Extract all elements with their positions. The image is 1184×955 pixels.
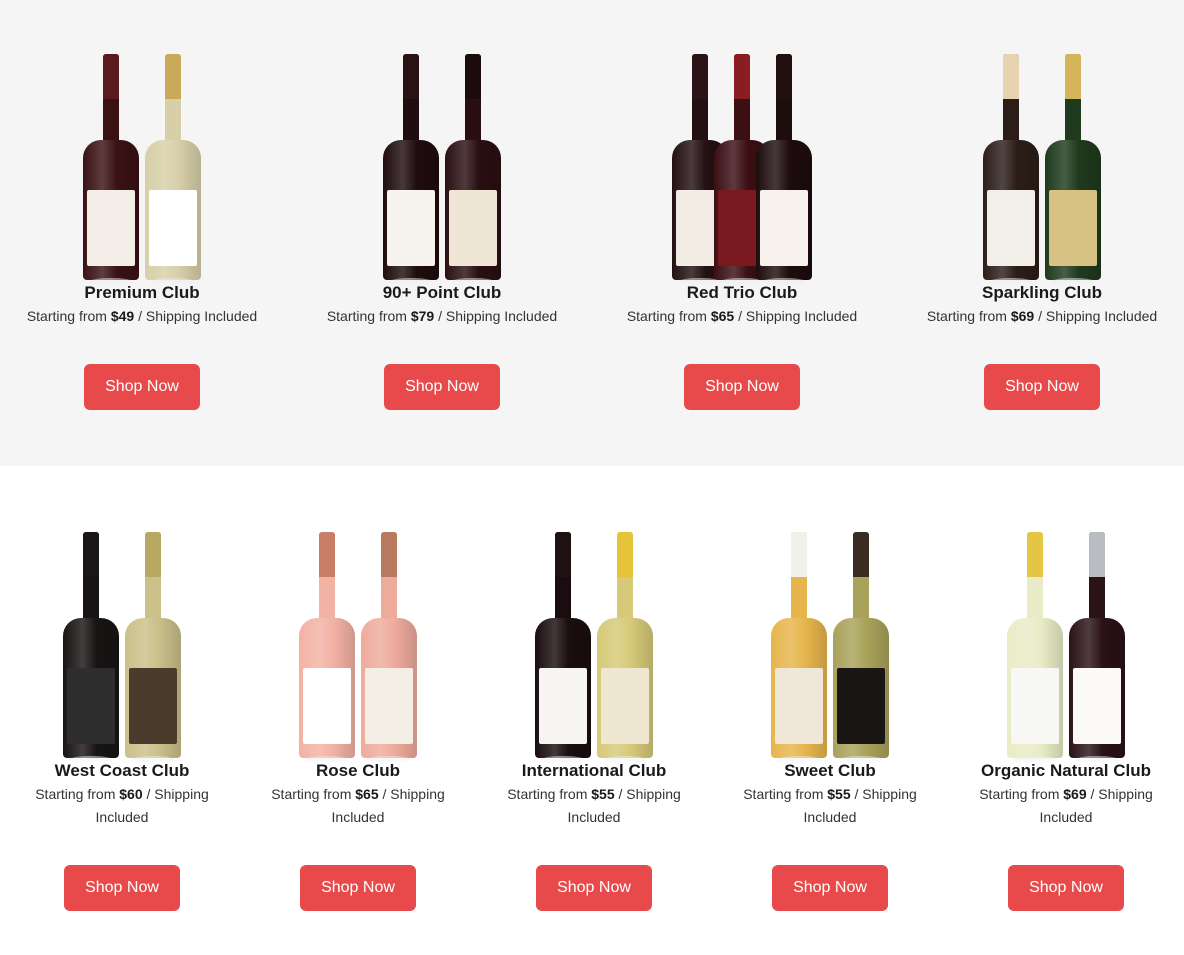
price-suffix-line2: Included <box>567 809 621 825</box>
shop-now-button[interactable]: Shop Now <box>772 865 888 911</box>
club-price: Starting from $55 / Shipping Included <box>507 783 681 829</box>
price-amount: $65 <box>710 308 735 324</box>
price-amount: $55 <box>827 786 851 802</box>
wine-bottle-image <box>383 54 439 286</box>
wine-bottle-image <box>833 532 889 764</box>
price-suffix: / Shipping <box>614 786 681 802</box>
wine-bottle-image <box>597 532 653 764</box>
price-amount: $69 <box>1010 308 1035 324</box>
club-price: Starting from $60 / Shipping Included <box>35 783 209 829</box>
price-amount: $60 <box>119 786 143 802</box>
price-suffix: / Shipping <box>142 786 209 802</box>
price-suffix: / Shipping <box>1086 786 1153 802</box>
club-card-sparkling-club: Sparkling Club Starting from $69 / Shippi… <box>912 48 1172 328</box>
wine-bottle-image <box>983 54 1039 286</box>
club-card-red-trio-club: Red Trio Club Starting from $65 / Shippin… <box>612 48 872 328</box>
price-prefix: Starting from <box>35 786 120 802</box>
price-suffix: / Shipping Included <box>1034 308 1158 324</box>
club-bottles-image[interactable] <box>632 48 852 286</box>
price-prefix: Starting from <box>979 786 1064 802</box>
shop-now-button[interactable]: Shop Now <box>384 364 500 410</box>
price-prefix: Starting from <box>26 308 111 324</box>
price-amount: $55 <box>591 786 615 802</box>
shop-now-button[interactable]: Shop Now <box>84 364 200 410</box>
wine-bottle-image <box>125 532 181 764</box>
shop-now-button[interactable]: Shop Now <box>1008 865 1124 911</box>
shop-now-button[interactable]: Shop Now <box>536 865 652 911</box>
club-bottles-image[interactable] <box>32 48 252 286</box>
club-price: Starting from $69 / Shipping Included <box>979 783 1153 829</box>
price-suffix-line2: Included <box>1039 809 1093 825</box>
price-suffix: / Shipping Included <box>134 308 258 324</box>
club-bottles-image[interactable] <box>932 48 1152 286</box>
club-price: Starting from $69 / Shipping Included <box>927 305 1157 328</box>
club-bottles-image[interactable] <box>332 48 552 286</box>
club-card-rose-club: Rose Club Starting from $65 / Shipping Inc… <box>253 526 463 829</box>
club-title[interactable]: Organic Natural Club <box>981 760 1151 782</box>
price-prefix: Starting from <box>626 308 711 324</box>
price-prefix: Starting from <box>326 308 411 324</box>
club-price: Starting from $55 / Shipping Included <box>743 783 917 829</box>
club-price: Starting from $65 / Shipping Included <box>271 783 445 829</box>
club-bottles-image[interactable] <box>484 526 704 764</box>
club-price: Starting from $65 / Shipping Included <box>627 305 857 328</box>
club-card-sweet-club: Sweet Club Starting from $55 / Shipping In… <box>725 526 935 829</box>
club-bottles-image[interactable] <box>956 526 1176 764</box>
shop-now-button[interactable]: Shop Now <box>684 364 800 410</box>
price-suffix: / Shipping Included <box>434 308 558 324</box>
wine-bottle-image <box>1069 532 1125 764</box>
wine-bottle-image <box>1045 54 1101 286</box>
price-suffix: / Shipping <box>378 786 445 802</box>
club-card-90-point-club: 90+ Point Club Starting from $79 / Shippi… <box>312 48 572 328</box>
club-bottles-image[interactable] <box>720 526 940 764</box>
price-suffix-line2: Included <box>95 809 149 825</box>
price-amount: $49 <box>110 308 135 324</box>
shop-now-button[interactable]: Shop Now <box>300 865 416 911</box>
wine-bottle-image <box>83 54 139 286</box>
club-price: Starting from $79 / Shipping Included <box>327 305 557 328</box>
price-prefix: Starting from <box>507 786 592 802</box>
club-price: Starting from $49 / Shipping Included <box>27 305 257 328</box>
wine-bottle-image <box>756 54 812 286</box>
shop-now-button[interactable]: Shop Now <box>64 865 180 911</box>
price-suffix-line2: Included <box>331 809 385 825</box>
wine-bottle-image <box>535 532 591 764</box>
price-prefix: Starting from <box>926 308 1011 324</box>
club-card-international-club: International Club Starting from $55 / Sh… <box>489 526 699 829</box>
club-card-west-coast-club: West Coast Club Starting from $60 / Shipp… <box>17 526 227 829</box>
wine-bottle-image <box>445 54 501 286</box>
price-amount: $79 <box>410 308 435 324</box>
price-prefix: Starting from <box>271 786 356 802</box>
price-amount: $69 <box>1063 786 1087 802</box>
wine-bottle-image <box>299 532 355 764</box>
club-title[interactable]: West Coast Club <box>55 760 190 782</box>
wine-bottle-image <box>361 532 417 764</box>
wine-bottle-image <box>771 532 827 764</box>
shop-now-button[interactable]: Shop Now <box>984 364 1100 410</box>
club-bottles-image[interactable] <box>12 526 232 764</box>
price-amount: $65 <box>355 786 379 802</box>
wine-bottle-image <box>63 532 119 764</box>
price-suffix: / Shipping <box>850 786 917 802</box>
price-prefix: Starting from <box>743 786 828 802</box>
price-suffix: / Shipping Included <box>734 308 858 324</box>
club-card-premium-club: Premium Club Starting from $49 / Shipping… <box>12 48 272 328</box>
price-suffix-line2: Included <box>803 809 857 825</box>
club-bottles-image[interactable] <box>248 526 468 764</box>
wine-bottle-image <box>1007 532 1063 764</box>
wine-bottle-image <box>145 54 201 286</box>
club-card-organic-natural-club: Organic Natural Club Starting from $69 / … <box>961 526 1171 829</box>
club-title[interactable]: International Club <box>522 760 667 782</box>
